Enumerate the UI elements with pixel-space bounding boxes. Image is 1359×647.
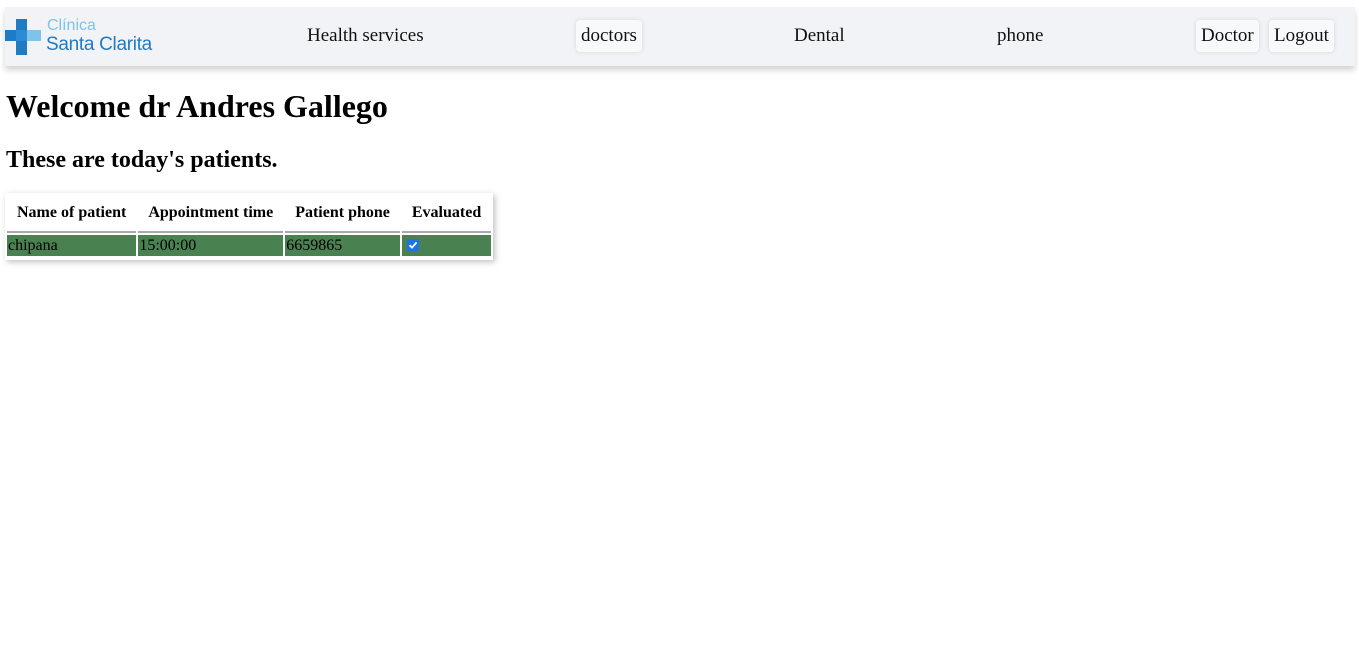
patients-table: Name of patient Appointment time Patient… [5,193,493,258]
doctor-button[interactable]: Doctor [1196,20,1259,52]
patients-subtitle: These are today's patients. [6,147,278,173]
logo-text-santa-clarita: Santa Clarita [46,34,152,55]
appointment-time-cell: 15:00:00 [138,235,284,256]
nav-link-doctors[interactable]: doctors [576,20,642,52]
column-header-appointment-time: Appointment time [138,195,284,233]
patient-name-cell: chipana [7,235,137,256]
column-header-phone: Patient phone [285,195,400,233]
nav-link-health-services[interactable]: Health services [307,7,424,66]
nav-link-dental[interactable]: Dental [794,7,845,66]
patient-phone-cell: 6659865 [285,235,400,256]
patients-table-container: Name of patient Appointment time Patient… [5,193,493,260]
column-header-evaluated: Evaluated [401,195,492,233]
medical-cross-icon [5,19,41,55]
table-row: chipana 15:00:00 6659865 [7,235,492,256]
logo-text-clinica: Clínica [47,17,96,34]
welcome-heading: Welcome dr Andres Gallego [6,88,388,124]
clinic-logo[interactable]: Clínica Santa Clarita [5,17,165,57]
evaluated-cell [401,235,492,256]
table-header-row: Name of patient Appointment time Patient… [7,195,492,233]
checkmark-icon [408,241,418,249]
evaluated-checkbox[interactable] [406,238,419,251]
nav-link-phone[interactable]: phone [997,7,1043,66]
logout-button[interactable]: Logout [1269,20,1334,52]
column-header-name: Name of patient [7,195,137,233]
navbar: Clínica Santa Clarita Health services do… [5,7,1355,66]
